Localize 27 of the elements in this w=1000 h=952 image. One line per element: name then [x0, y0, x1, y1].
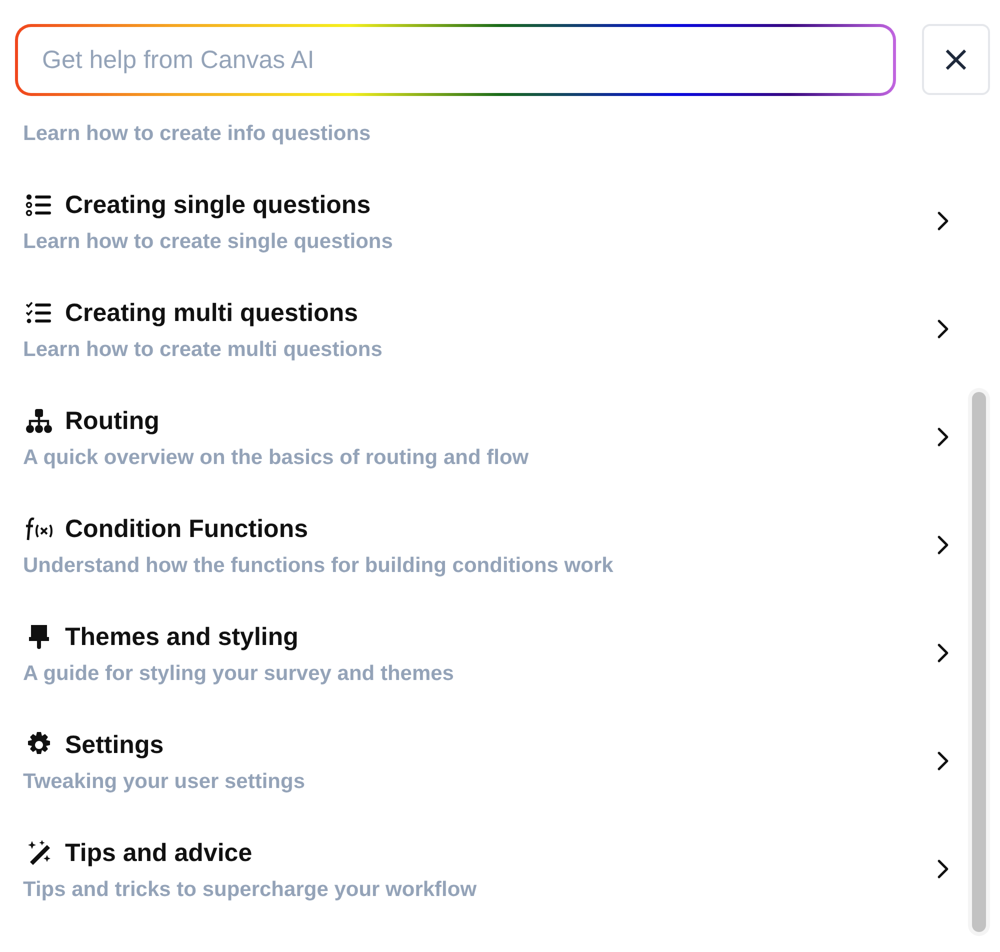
item-title: Themes and styling [65, 622, 298, 652]
close-button[interactable]: × [922, 24, 990, 95]
item-description: Tips and tricks to supercharge your workflow [23, 878, 478, 902]
item-title: Settings [65, 730, 164, 760]
chevron-right-icon[interactable] [936, 534, 950, 556]
scrollbar[interactable] [968, 388, 990, 936]
item-description: A guide for styling your survey and themes [23, 662, 455, 686]
chevron-right-icon[interactable] [936, 426, 950, 448]
item-description: Learn how to create multi questions [23, 338, 384, 362]
item-description: Understand how the functions for building conditions work [23, 554, 614, 578]
chevron-right-icon[interactable] [936, 210, 950, 232]
item-description: Learn how to create single questions [23, 230, 394, 254]
item-title: Routing [65, 406, 160, 436]
hierarchy-icon [23, 407, 55, 435]
item-title: Condition Functions [65, 514, 308, 544]
chevron-right-icon[interactable] [936, 642, 950, 664]
item-title: Creating multi questions [65, 298, 358, 328]
search-field[interactable]: Get help from Canvas AI [15, 24, 896, 96]
item-description: A quick overview on the basics of routing and flow [23, 446, 530, 470]
item-description: Tweaking your user settings [23, 770, 306, 794]
chevron-right-icon[interactable] [936, 750, 950, 772]
item-description: Learn how to create info questions [23, 122, 372, 146]
item-title: Creating single questions [65, 190, 371, 220]
chevron-right-icon[interactable] [936, 858, 950, 880]
function-icon [23, 515, 55, 543]
item-title: Tips and advice [65, 838, 252, 868]
chevron-right-icon[interactable] [936, 318, 950, 340]
